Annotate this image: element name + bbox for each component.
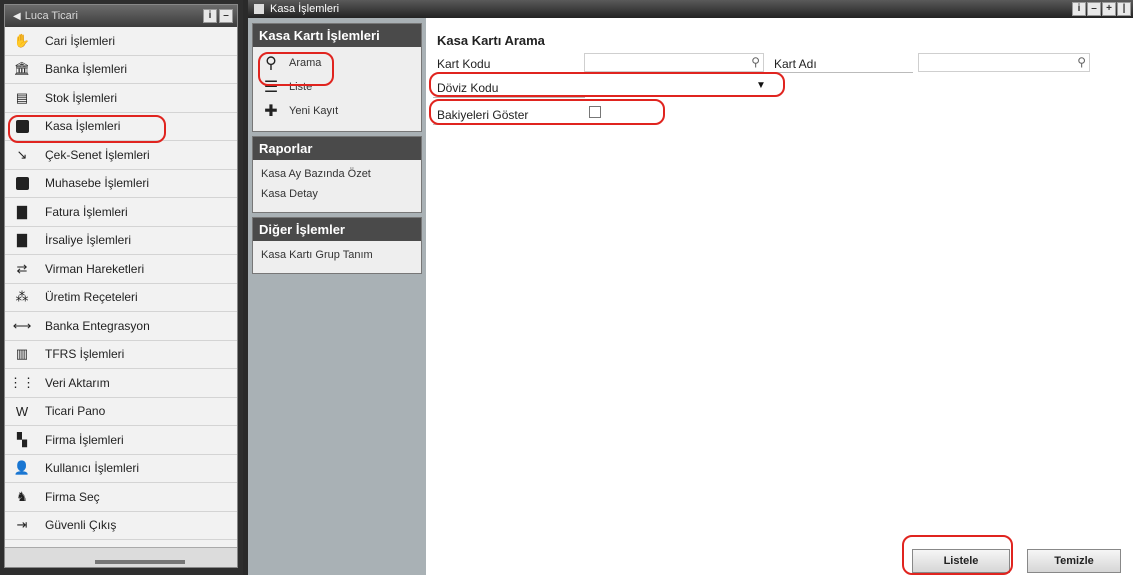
diger-box: Diğer İşlemler Kasa Kartı Grup Tanım: [252, 217, 422, 274]
menu-header[interactable]: ◀ Luca Ticari i –: [5, 5, 237, 27]
menu-item-banka-entegrasyon[interactable]: ⟷ Banka Entegrasyon: [5, 312, 237, 341]
op-yeni-kayit[interactable]: ✚ Yeni Kayıt: [261, 99, 415, 123]
info-icon[interactable]: i: [203, 9, 217, 23]
search-icon[interactable]: ⚲: [1077, 55, 1086, 69]
kart-adi-label: Kart Adı: [774, 57, 817, 71]
main-menu-frame: ◀ Luca Ticari i – ✋ Cari İşlemleri 🏛 Banka…: [0, 0, 243, 575]
operations-panel: Kasa Kartı İşlemleri ⚲ Arama ☰ Liste ✚ Yeni…: [248, 18, 426, 575]
doviz-underline: [433, 97, 585, 98]
menu-item-stok[interactable]: ▤ Stok İşlemleri: [5, 84, 237, 113]
back-arrow-icon[interactable]: ◀: [13, 11, 21, 22]
menu-item-label: TFRS İşlemleri: [45, 347, 125, 362]
menu-item-label: Kullanıcı İşlemleri: [45, 461, 140, 476]
menu-item-guvenli-cikis[interactable]: ⇥ Güvenli Çıkış: [5, 512, 237, 540]
rapor-ay-bazinda[interactable]: Kasa Ay Bazında Özet: [261, 164, 415, 184]
board-icon: W: [15, 403, 29, 419]
rapor-kasa-detay[interactable]: Kasa Detay: [261, 184, 415, 204]
kart-adi-input[interactable]: ⚲: [918, 53, 1090, 72]
window-titlebar: Kasa İşlemleri i – + |: [248, 0, 1133, 18]
menu-item-label: Ticari Pano: [45, 404, 106, 419]
raporlar-title: Raporlar: [253, 137, 421, 160]
menu-footer: [5, 547, 237, 567]
diger-title: Diğer İşlemler: [253, 218, 421, 241]
cheque-icon: ↘: [16, 146, 28, 162]
kart-kodu-label: Kart Kodu: [437, 57, 491, 71]
menu-item-label: Firma Seç: [45, 489, 100, 504]
highlight-arama: [258, 52, 334, 86]
menu-item-fatura[interactable]: ▇ Fatura İşlemleri: [5, 198, 237, 227]
menu-item-virman[interactable]: ⇄ Virman Hareketleri: [5, 255, 237, 284]
highlight-bakiye: [429, 99, 665, 125]
kart-kodu-input[interactable]: ⚲: [584, 53, 764, 72]
new-record-icon: ✚: [264, 103, 278, 120]
search-form: Kasa Kartı Arama Kart Kodu ⚲ Kart Adı ⚲ …: [426, 18, 1133, 575]
close-icon[interactable]: |: [1117, 2, 1131, 16]
menu-item-muhasebe[interactable]: Muhasebe İşlemleri: [5, 170, 237, 198]
menu-scrollbar[interactable]: [95, 560, 185, 564]
select-company-icon: ♞: [16, 488, 28, 504]
form-title: Kasa Kartı Arama: [437, 33, 545, 48]
transfer-icon: ⇄: [16, 260, 28, 276]
menu-item-firma-sec[interactable]: ♞ Firma Seç: [5, 483, 237, 512]
menu-item-firma[interactable]: ▚ Firma İşlemleri: [5, 426, 237, 455]
calculator-icon: [13, 175, 31, 191]
maximize-icon[interactable]: +: [1102, 2, 1116, 16]
menu-item-label: Fatura İşlemleri: [45, 204, 128, 219]
kasa-window: Kasa İşlemleri i – + | Kasa Kartı İşleml…: [248, 0, 1133, 575]
invoice-icon: ▇: [17, 203, 27, 219]
menu-item-banka[interactable]: 🏛 Banka İşlemleri: [5, 56, 237, 84]
waybill-icon: ▇: [17, 232, 27, 248]
window-title: Kasa İşlemleri: [270, 3, 340, 15]
menu-item-label: Banka Entegrasyon: [45, 318, 150, 333]
kart-islemleri-title: Kasa Kartı İşlemleri: [253, 24, 421, 47]
menu-item-label: Firma İşlemleri: [45, 432, 124, 447]
menu-item-label: İrsaliye İşlemleri: [45, 233, 132, 248]
highlight-listele: [902, 535, 1013, 575]
raporlar-box: Raporlar Kasa Ay Bazında Özet Kasa Detay: [252, 136, 422, 213]
grup-tanim-link[interactable]: Kasa Kartı Grup Tanım: [261, 245, 415, 265]
highlight-kasa-menu: [8, 115, 166, 143]
bank-icon: 🏛: [13, 61, 31, 77]
menu-item-cari[interactable]: ✋ Cari İşlemleri: [5, 27, 237, 56]
op-label: Yeni Kayıt: [289, 105, 339, 117]
integration-icon: ⟷: [12, 317, 32, 333]
stock-icon: ▤: [15, 89, 29, 105]
highlight-doviz: [429, 72, 785, 97]
menu-header-title: Luca Ticari: [24, 10, 78, 22]
menu-item-label: Veri Aktarım: [45, 375, 110, 390]
menu-list: ✋ Cari İşlemleri 🏛 Banka İşlemleri ▤ Stok İ…: [5, 27, 237, 540]
menu-item-label: Muhasebe İşlemleri: [45, 176, 150, 191]
kart-adi-underline: [771, 72, 913, 73]
data-transfer-icon: ⋮⋮: [9, 374, 35, 390]
search-icon[interactable]: ⚲: [751, 55, 760, 69]
company-icon: ▚: [17, 431, 27, 447]
menu-item-cek-senet[interactable]: ↘ Çek-Senet İşlemleri: [5, 141, 237, 170]
menu-item-ticari-pano[interactable]: W Ticari Pano: [5, 398, 237, 426]
menu-item-uretim[interactable]: ⁂ Üretim Reçeteleri: [5, 284, 237, 312]
menu-item-irsaliye[interactable]: ▇ İrsaliye İşlemleri: [5, 227, 237, 255]
window-icon: [254, 4, 264, 14]
exit-icon: ⇥: [16, 517, 28, 533]
production-icon: ⁂: [15, 289, 29, 305]
menu-item-label: Cari İşlemleri: [45, 33, 116, 48]
minimize-icon[interactable]: –: [219, 9, 233, 23]
user-icon: 👤: [13, 460, 31, 476]
menu-item-veri-aktarim[interactable]: ⋮⋮ Veri Aktarım: [5, 369, 237, 398]
minimize-icon[interactable]: –: [1087, 2, 1101, 16]
main-menu: ◀ Luca Ticari i – ✋ Cari İşlemleri 🏛 Banka…: [4, 4, 238, 568]
temizle-button[interactable]: Temizle: [1027, 549, 1121, 573]
handshake-icon: ✋: [13, 32, 31, 48]
menu-item-label: Üretim Reçeteleri: [45, 290, 138, 305]
menu-item-kullanici[interactable]: 👤 Kullanıcı İşlemleri: [5, 455, 237, 483]
menu-item-label: Stok İşlemleri: [45, 90, 118, 105]
menu-item-label: Banka İşlemleri: [45, 62, 128, 77]
menu-item-label: Çek-Senet İşlemleri: [45, 147, 150, 162]
menu-item-tfrs[interactable]: ▥ TFRS İşlemleri: [5, 341, 237, 369]
info-icon[interactable]: i: [1072, 2, 1086, 16]
chart-icon: ▥: [15, 346, 29, 362]
menu-item-label: Güvenli Çıkış: [45, 518, 117, 533]
menu-item-label: Virman Hareketleri: [45, 261, 145, 276]
